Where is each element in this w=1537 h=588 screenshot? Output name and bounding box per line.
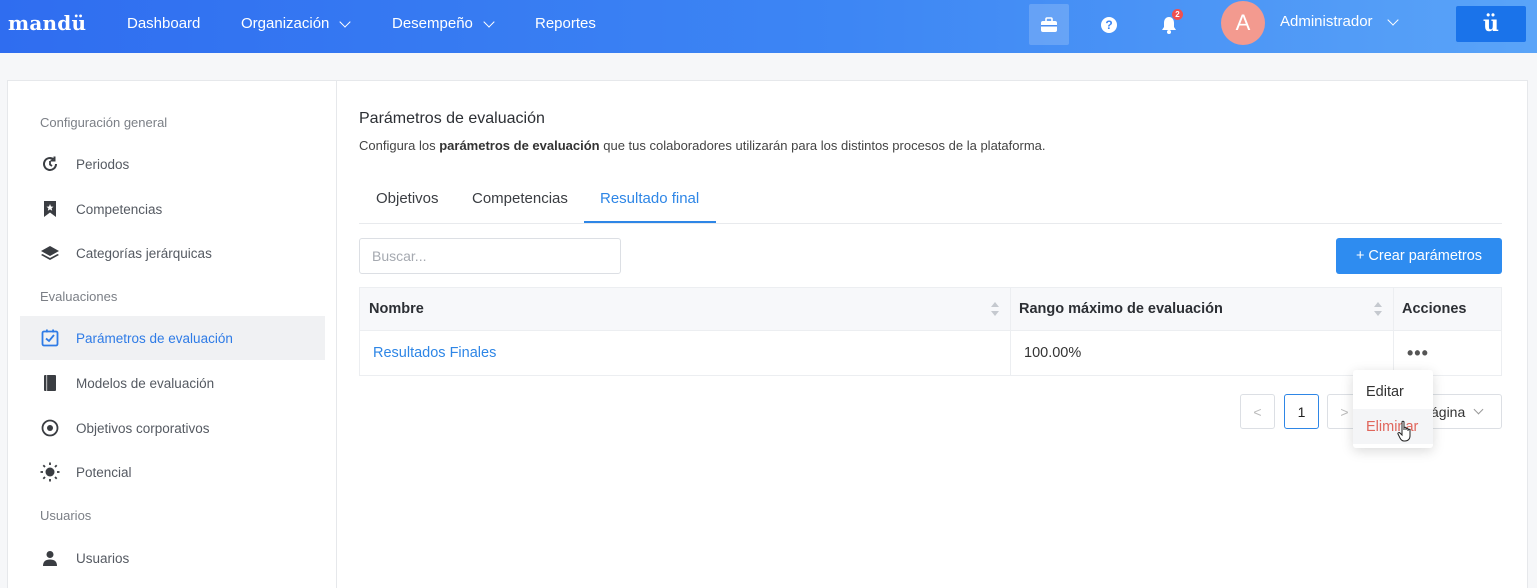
sidebar-section-title: Evaluaciones — [40, 289, 118, 304]
column-header-rango[interactable]: Rango máximo de evaluación — [1019, 288, 1223, 330]
user-name: Administrador — [1280, 13, 1373, 30]
page-description-bold: parámetros de evaluación — [439, 138, 600, 153]
sidebar-item-label: Competencias — [76, 201, 163, 217]
column-header-acciones: Acciones — [1402, 301, 1467, 317]
page-description-suffix: que tus colaboradores utilizarán para lo… — [599, 138, 1046, 153]
column-divider — [1393, 331, 1394, 375]
sidebar-item-label: Modelos de evaluación — [76, 375, 215, 391]
row-rango: 100.00% — [1024, 345, 1082, 361]
sidebar-item-categorias[interactable]: Categorías jerárquicas — [20, 231, 325, 275]
create-parameters-button[interactable]: + Crear parámetros — [1336, 238, 1502, 274]
pagination-page-button[interactable]: 1 — [1284, 394, 1319, 429]
user-menu[interactable]: Administrador — [1280, 13, 1399, 30]
column-divider — [1010, 331, 1011, 375]
column-divider — [1393, 288, 1394, 330]
sidebar-item-usuarios[interactable]: Usuarios — [20, 536, 325, 580]
briefcase-button[interactable] — [1029, 4, 1069, 45]
checkbox-icon — [40, 328, 60, 348]
notifications-button[interactable]: 2 — [1149, 4, 1189, 45]
target-icon — [40, 418, 60, 438]
search-input[interactable] — [359, 238, 621, 274]
sidebar-item-parametros[interactable]: Parámetros de evaluación — [20, 316, 325, 360]
sidebar-item-objetivos[interactable]: Objetivos corporativos — [20, 406, 325, 450]
chevron-down-icon — [339, 15, 352, 28]
sidebar-item-periodos[interactable]: Periodos — [20, 142, 325, 186]
sidebar-item-label: Usuarios — [76, 550, 130, 566]
parameters-table: Nombre Rango máximo de evaluación Accion… — [359, 287, 1502, 376]
column-divider — [1010, 288, 1011, 330]
per-page-label: ágina — [1431, 403, 1466, 420]
history-icon — [40, 154, 60, 174]
avatar[interactable]: A — [1221, 1, 1265, 45]
chevron-down-icon — [483, 15, 495, 28]
sidebar-item-modelos[interactable]: Modelos de evaluación — [20, 361, 325, 405]
svg-text:?: ? — [1105, 18, 1112, 32]
nav-desempeno[interactable]: Desempeño — [392, 15, 495, 32]
briefcase-icon — [1041, 16, 1057, 32]
tab-objetivos[interactable]: Objetivos — [376, 190, 439, 207]
sun-icon — [40, 462, 60, 482]
nav-dashboard-label: Dashboard — [127, 15, 201, 32]
notification-badge: 2 — [1172, 9, 1183, 20]
sidebar-item-label: Potencial — [76, 464, 132, 480]
sidebar-item-label: Objetivos corporativos — [76, 420, 210, 436]
tab-competencias[interactable]: Competencias — [472, 190, 568, 207]
sort-icon[interactable] — [1374, 302, 1382, 316]
sort-icon[interactable] — [991, 302, 999, 316]
column-header-nombre[interactable]: Nombre — [369, 288, 424, 330]
sidebar-item-label: Parámetros de evaluación — [76, 330, 233, 346]
sidebar-item-label: Categorías jerárquicas — [76, 245, 212, 261]
tabs: Objetivos Competencias Resultado final — [359, 182, 1502, 224]
nav-organizacion[interactable]: Organización — [241, 15, 352, 32]
main-card: Configuración general Periodos Competenc… — [7, 80, 1528, 588]
nav-reportes[interactable]: Reportes — [535, 15, 596, 32]
nav-organizacion-label: Organización — [241, 15, 330, 32]
page-description-prefix: Configura los — [359, 138, 440, 153]
active-tab-indicator — [584, 221, 716, 223]
nav-reportes-label: Reportes — [535, 15, 596, 32]
sidebar-section-title: Configuración general — [40, 115, 168, 130]
nav-dashboard[interactable]: Dashboard — [127, 15, 200, 32]
page-title: Parámetros de evaluación — [359, 110, 545, 127]
sidebar-item-competencias[interactable]: Competencias — [20, 187, 325, 231]
actions-dropdown: Editar Eliminar — [1353, 370, 1433, 448]
user-icon — [40, 548, 60, 568]
hand-cursor-icon — [1397, 420, 1411, 442]
edit-menu-item[interactable]: Editar — [1353, 374, 1433, 409]
chevron-down-icon — [1386, 13, 1399, 26]
sidebar-section-title: Usuarios — [40, 508, 92, 523]
table-header: Nombre Rango máximo de evaluación Accion… — [360, 288, 1501, 331]
delete-menu-item[interactable]: Eliminar — [1353, 409, 1433, 444]
book-icon — [40, 373, 60, 393]
page-description: Configura los parámetros de evaluación q… — [359, 138, 1045, 153]
bookmark-icon — [40, 199, 60, 219]
brand-button[interactable]: ü — [1456, 6, 1526, 42]
row-nombre-link[interactable]: Resultados Finales — [373, 331, 496, 375]
main-content: Parámetros de evaluación Configura los p… — [359, 81, 1527, 588]
pagination-prev-button[interactable]: < — [1240, 394, 1275, 429]
sidebar-item-potencial[interactable]: Potencial — [20, 450, 325, 494]
layers-icon — [40, 243, 60, 263]
sidebar: Configuración general Periodos Competenc… — [8, 81, 337, 588]
top-navbar: mandü Dashboard Organización Desempeño R… — [0, 0, 1537, 53]
per-page-select[interactable]: ágina — [1422, 394, 1502, 429]
sidebar-item-label: Periodos — [76, 156, 130, 172]
tab-resultado-final[interactable]: Resultado final — [600, 190, 699, 207]
help-button[interactable]: ? — [1089, 4, 1129, 45]
chevron-down-icon — [1473, 404, 1484, 415]
nav-desempeno-label: Desempeño — [392, 15, 473, 32]
logo[interactable]: mandü — [8, 11, 86, 35]
more-actions-icon[interactable]: ••• — [1407, 331, 1429, 375]
table-row: Resultados Finales 100.00% ••• — [360, 331, 1501, 375]
help-icon: ? — [1101, 16, 1117, 33]
